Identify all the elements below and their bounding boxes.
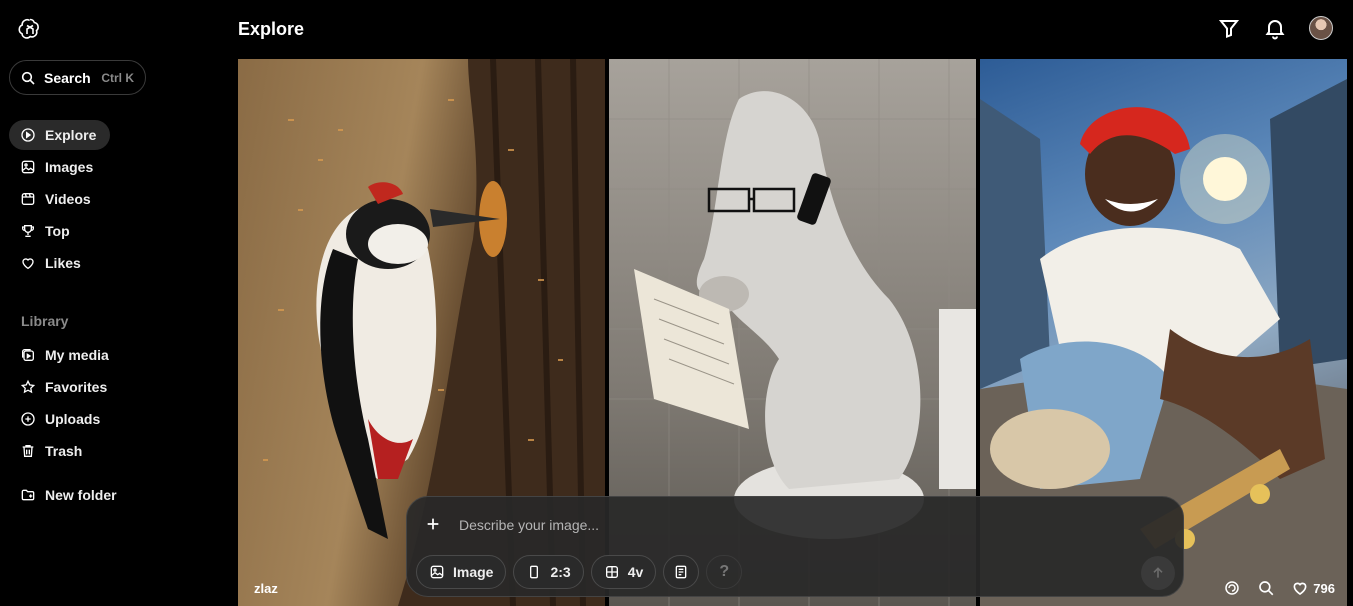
nav-label-favorites: Favorites (45, 379, 108, 395)
arrow-up-icon (1153, 567, 1163, 578)
variations-label: 4v (627, 564, 644, 580)
nav-item-images[interactable]: Images (9, 152, 110, 182)
folder-nav: New folder (9, 480, 128, 512)
nav-label-trash: Trash (45, 443, 83, 459)
heart-icon (22, 258, 34, 270)
image-icon (430, 565, 444, 579)
star-icon (20, 379, 36, 394)
submit-button[interactable] (1141, 556, 1175, 590)
nav-item-trash[interactable]: Trash (9, 436, 120, 466)
portrait-ratio-icon (530, 565, 539, 579)
nav-label-explore: Explore (45, 127, 97, 143)
nav-label-likes: Likes (45, 255, 81, 271)
folder-plus-icon (21, 489, 35, 501)
document-icon (675, 565, 687, 579)
heart-icon (1293, 582, 1307, 595)
upload-icon (21, 412, 35, 426)
library-heading: Library (21, 313, 69, 329)
search-button[interactable]: Search Ctrl K (9, 60, 146, 95)
prompt-composer: Image 2:3 4v ? (406, 496, 1184, 597)
search-shortcut: Ctrl K (101, 70, 134, 85)
nav-label-top: Top (45, 223, 70, 239)
top-actions (1217, 16, 1333, 40)
nav-item-explore[interactable]: Explore (9, 120, 110, 150)
new-folder-label: New folder (45, 487, 117, 503)
presets-button[interactable] (663, 555, 700, 589)
new-folder-button[interactable]: New folder (9, 480, 128, 510)
ratio-label: 2:3 (550, 564, 571, 580)
logo-icon[interactable] (18, 17, 42, 41)
type-selector[interactable]: Image (416, 555, 507, 589)
nav-label-videos: Videos (45, 191, 91, 207)
trash-icon (22, 445, 34, 457)
trophy-icon (22, 225, 34, 237)
compass-icon (21, 128, 35, 142)
nav-item-my-media[interactable]: My media (9, 340, 120, 370)
nav-item-likes[interactable]: Likes (9, 248, 110, 278)
main-nav: Explore Images Videos Top Likes (9, 120, 110, 280)
search-icon (21, 71, 35, 85)
prompt-input[interactable] (459, 517, 1059, 533)
like-button[interactable]: 796 (1291, 579, 1335, 597)
nav-item-uploads[interactable]: Uploads (9, 404, 120, 434)
zoom-icon[interactable] (1257, 579, 1275, 597)
card-actions: 796 (1223, 579, 1335, 597)
image-icon (21, 160, 35, 174)
nav-label-images: Images (45, 159, 94, 175)
nav-item-videos[interactable]: Videos (9, 184, 110, 214)
aspect-ratio-selector[interactable]: 2:3 (513, 555, 584, 589)
nav-label-uploads: Uploads (45, 411, 101, 427)
remix-icon[interactable] (1223, 579, 1241, 597)
search-label: Search (44, 69, 91, 86)
filter-icon[interactable] (1217, 16, 1241, 40)
nav-item-favorites[interactable]: Favorites (9, 372, 120, 402)
nav-label-my-media: My media (45, 347, 109, 363)
avatar[interactable] (1309, 16, 1333, 40)
type-label: Image (453, 564, 494, 580)
composer-options: Image 2:3 4v ? (416, 555, 743, 589)
help-button[interactable]: ? (706, 555, 743, 589)
grid-icon (605, 566, 618, 578)
like-count: 796 (1313, 580, 1335, 596)
nav-item-top[interactable]: Top (9, 216, 110, 246)
plus-icon[interactable] (425, 516, 441, 532)
page-title: Explore (238, 19, 305, 39)
bell-icon[interactable] (1263, 16, 1287, 40)
author-name[interactable]: zlaz (254, 581, 278, 596)
sidebar: Search Ctrl K Explore Images Videos Top … (0, 0, 222, 606)
media-icon (22, 349, 34, 361)
variations-selector[interactable]: 4v (590, 555, 657, 589)
video-icon (21, 193, 35, 205)
library-nav: My media Favorites Uploads Trash (9, 340, 120, 468)
